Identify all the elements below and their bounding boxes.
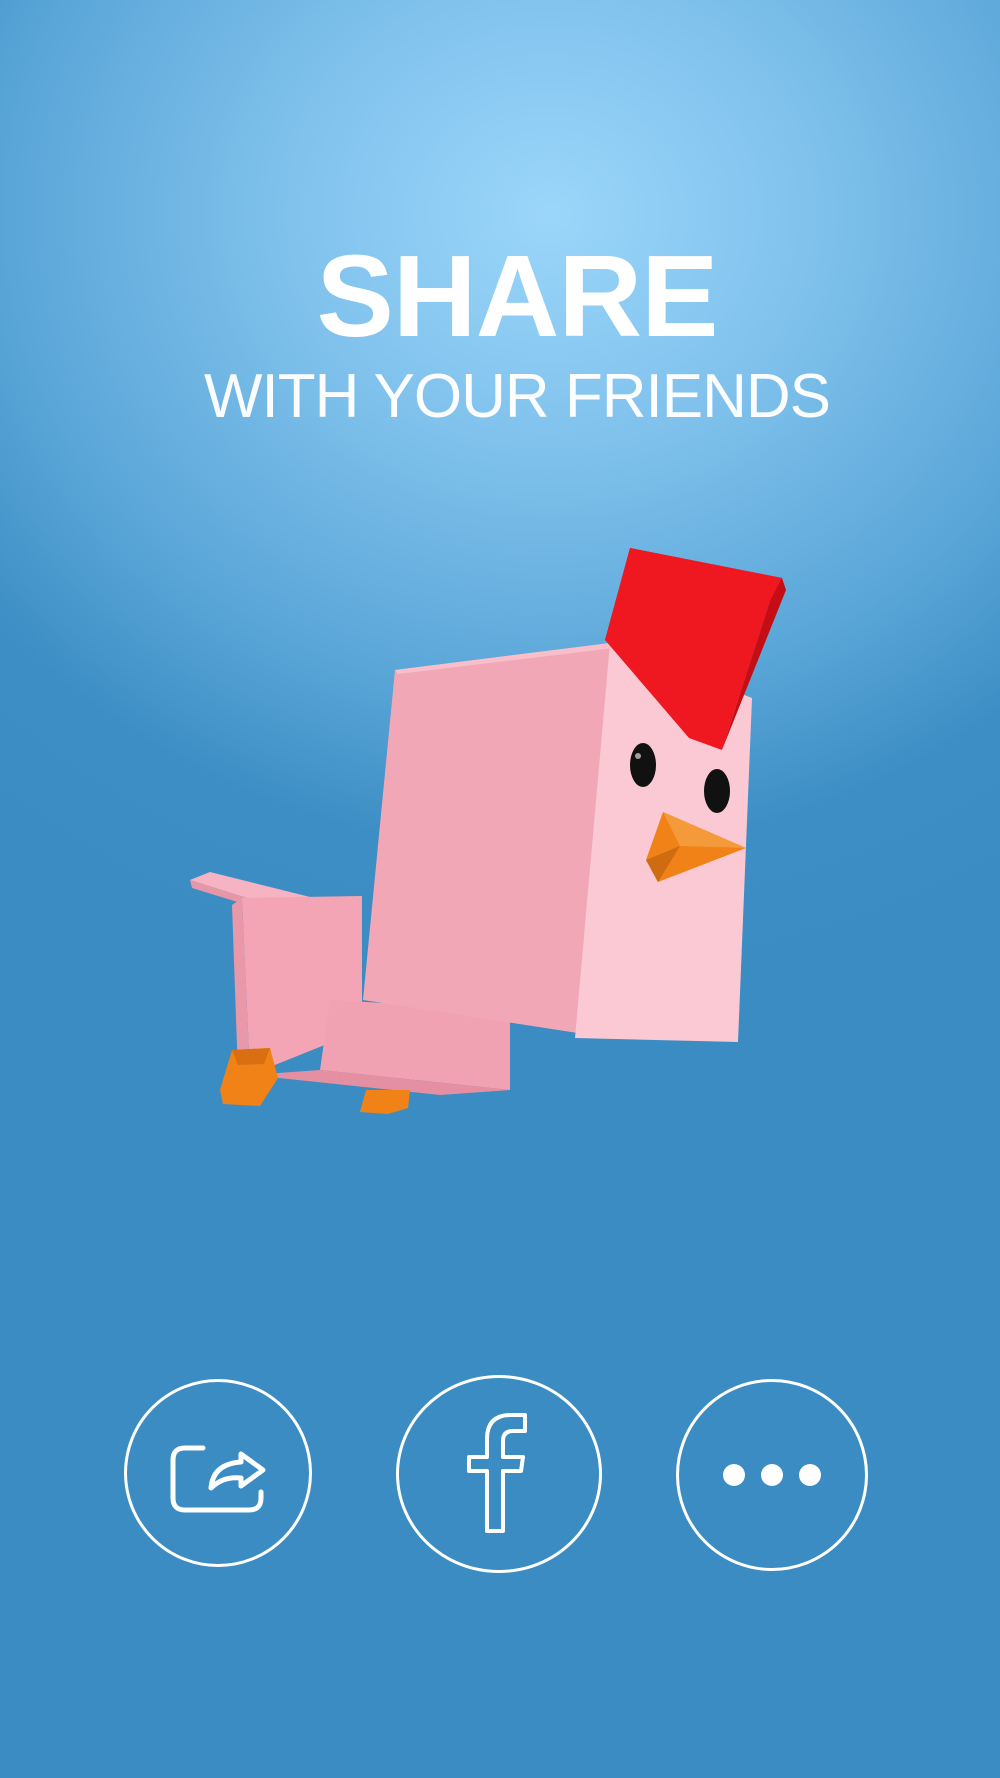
share-button[interactable]	[124, 1379, 312, 1567]
facebook-button[interactable]	[396, 1375, 602, 1573]
dot	[799, 1464, 821, 1486]
chicken-mascot	[180, 530, 800, 1150]
header: SHARE WITH YOUR FRIENDS	[0, 236, 1000, 432]
facebook-icon	[459, 1409, 539, 1539]
share-arrow-icon	[163, 1428, 273, 1518]
more-button[interactable]	[676, 1379, 868, 1571]
page-title: SHARE	[316, 231, 718, 361]
more-dots-icon	[723, 1464, 821, 1486]
dot	[723, 1464, 745, 1486]
chicken-icon	[190, 548, 786, 1114]
share-buttons-row	[0, 1375, 1000, 1575]
dot	[761, 1464, 783, 1486]
page-subtitle: WITH YOUR FRIENDS	[204, 362, 831, 431]
